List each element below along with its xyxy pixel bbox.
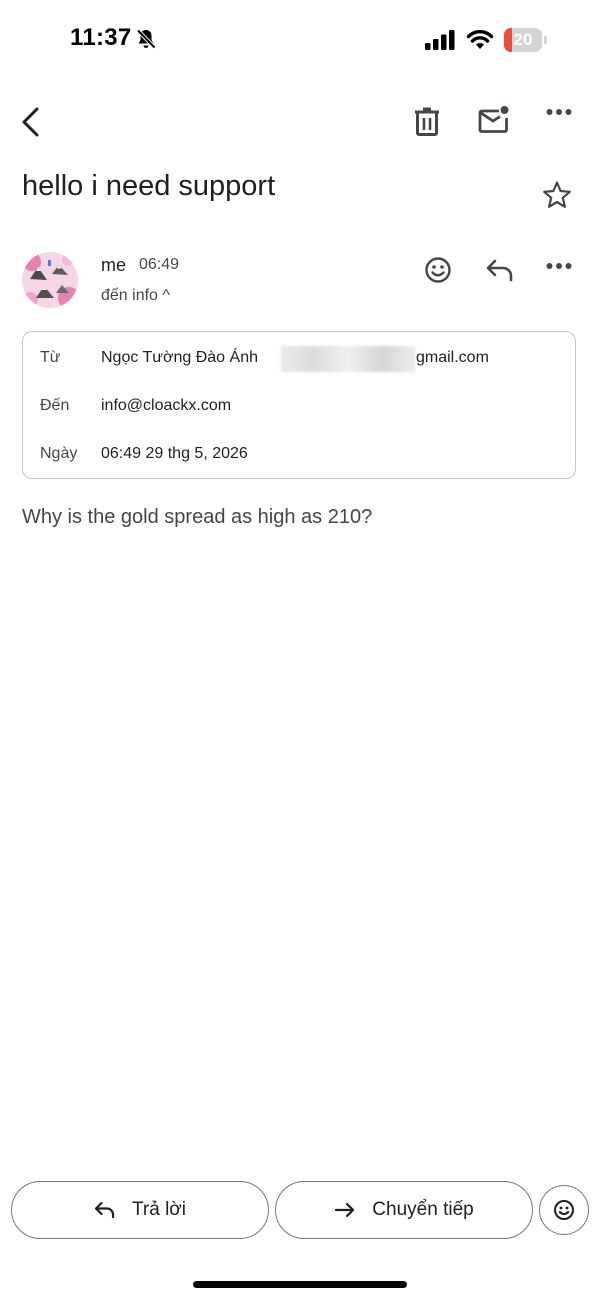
sent-time: 06:49 — [139, 256, 180, 273]
forward-label: Chuyển tiếp — [372, 1199, 474, 1220]
battery-icon: 20 — [504, 28, 547, 52]
wifi-icon — [466, 28, 494, 50]
smiley-icon — [553, 1199, 575, 1221]
add-reaction-icon[interactable] — [424, 256, 452, 284]
status-time: 11:37 — [70, 24, 132, 51]
signal-icon — [425, 30, 457, 50]
more-options-icon[interactable] — [546, 108, 572, 116]
from-email-domain: gmail.com — [416, 349, 489, 366]
reaction-button[interactable] — [539, 1185, 589, 1235]
from-name: Ngọc Tường Đào Ánh — [101, 349, 258, 366]
avatar[interactable] — [22, 252, 78, 308]
battery-level: 20 — [513, 30, 533, 49]
date-value: 06:49 29 thg 5, 2026 — [101, 445, 248, 462]
recipient-summary[interactable]: đến info ^ — [101, 287, 170, 305]
email-body: Why is the gold spread as high as 210? — [22, 506, 373, 528]
sender-name: me — [101, 255, 127, 275]
trash-icon[interactable] — [414, 106, 440, 136]
reply-label: Trả lời — [132, 1199, 186, 1220]
mark-unread-icon[interactable] — [478, 105, 510, 135]
redacted-email — [281, 346, 415, 372]
from-label: Từ — [40, 349, 61, 366]
star-icon[interactable] — [542, 180, 572, 210]
forward-arrow-icon — [334, 1201, 356, 1219]
to-label: Đến — [40, 397, 70, 414]
reply-icon — [94, 1201, 116, 1219]
to-address[interactable]: info@cloackx.com — [101, 397, 231, 415]
date-label: Ngày — [40, 445, 78, 462]
forward-button[interactable]: Chuyển tiếp — [275, 1181, 533, 1239]
bell-slash-icon — [135, 28, 157, 50]
message-more-icon[interactable] — [546, 262, 572, 270]
email-subject: hello i need support — [22, 170, 276, 202]
reply-button[interactable]: Trả lời — [11, 1181, 269, 1239]
home-indicator[interactable] — [193, 1281, 407, 1288]
email-details-card: Từ Ngọc Tường Đào Ánh gmail.com Đến info… — [22, 331, 576, 479]
reply-icon[interactable] — [485, 258, 515, 282]
back-arrow-icon[interactable] — [20, 106, 42, 138]
